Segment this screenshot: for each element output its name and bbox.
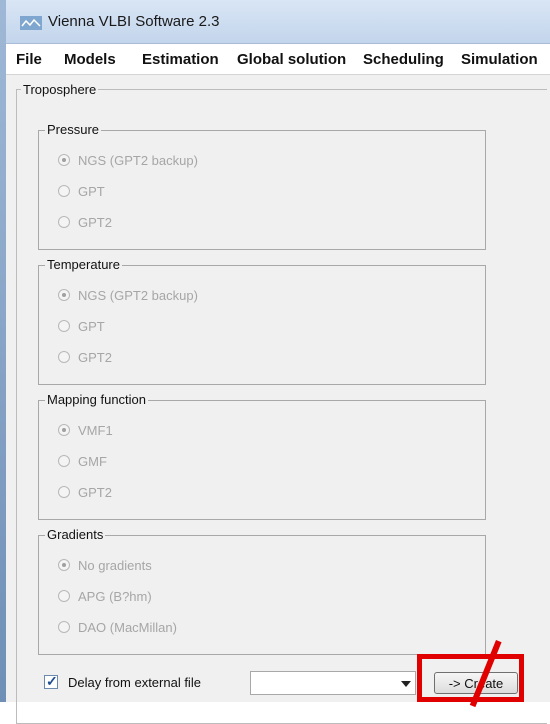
mapping-option-vmf1[interactable]: VMF1: [58, 421, 113, 439]
radio-button[interactable]: [58, 351, 70, 363]
troposphere-legend: Troposphere: [23, 82, 97, 97]
radio-button[interactable]: [58, 185, 70, 197]
temperature-option-gpt[interactable]: GPT: [58, 317, 105, 335]
menu-scheduling[interactable]: Scheduling: [363, 51, 444, 68]
temperature-option-ngs[interactable]: NGS (GPT2 backup): [58, 286, 198, 304]
radio-button[interactable]: [58, 559, 70, 571]
radio-button[interactable]: [58, 154, 70, 166]
delay-file-combo[interactable]: [250, 671, 416, 695]
annotation-highlight-box: [417, 654, 524, 702]
pressure-option-gpt[interactable]: GPT: [58, 182, 105, 200]
main-window: Vienna VLBI Software 2.3 File Models Est…: [0, 0, 550, 724]
pressure-group-title: Pressure: [45, 122, 102, 137]
menu-estimation[interactable]: Estimation: [142, 51, 219, 68]
pressure-option-gpt2[interactable]: GPT2: [58, 213, 112, 231]
radio-button[interactable]: [58, 289, 70, 301]
check-icon: ✓: [46, 673, 58, 689]
gradients-option-none[interactable]: No gradients: [58, 556, 152, 574]
radio-button[interactable]: [58, 486, 70, 498]
mapping-option-gmf[interactable]: GMF: [58, 452, 107, 470]
radio-button[interactable]: [58, 320, 70, 332]
gradients-group-title: Gradients: [45, 527, 106, 542]
app-icon: [20, 16, 42, 30]
temperature-option-gpt2[interactable]: GPT2: [58, 348, 112, 366]
menu-file[interactable]: File: [16, 51, 42, 68]
pressure-group: Pressure NGS (GPT2 backup) GPT GPT2: [38, 122, 486, 250]
menu-global-solution[interactable]: Global solution: [237, 51, 346, 68]
mapping-option-gpt2[interactable]: GPT2: [58, 483, 112, 501]
temperature-group-title: Temperature: [45, 257, 122, 272]
radio-button[interactable]: [58, 590, 70, 602]
dropdown-arrow-icon[interactable]: [401, 681, 411, 687]
radio-button[interactable]: [58, 216, 70, 228]
menu-models[interactable]: Models: [64, 51, 116, 68]
gradients-option-apg[interactable]: APG (B?hm): [58, 587, 152, 605]
title-bar[interactable]: Vienna VLBI Software 2.3: [6, 0, 550, 44]
temperature-group: Temperature NGS (GPT2 backup) GPT GPT2: [38, 257, 486, 385]
menu-simulation[interactable]: Simulation: [461, 51, 538, 68]
window-title: Vienna VLBI Software 2.3: [48, 13, 220, 30]
delay-checkbox[interactable]: ✓: [44, 673, 58, 689]
pressure-option-ngs[interactable]: NGS (GPT2 backup): [58, 151, 198, 169]
menu-bar: File Models Estimation Global solution S…: [6, 44, 550, 75]
delay-checkbox-label: Delay from external file: [68, 675, 201, 690]
mapping-function-group: Mapping function VMF1 GMF GPT2: [38, 392, 486, 520]
radio-button[interactable]: [58, 621, 70, 633]
content-area: Troposphere Pressure NGS (GPT2 backup) G…: [6, 75, 550, 724]
mapping-function-group-title: Mapping function: [45, 392, 149, 407]
radio-button[interactable]: [58, 455, 70, 467]
gradients-group: Gradients No gradients APG (B?hm) DAO (M…: [38, 527, 486, 655]
gradients-option-dao[interactable]: DAO (MacMillan): [58, 618, 177, 636]
radio-button[interactable]: [58, 424, 70, 436]
